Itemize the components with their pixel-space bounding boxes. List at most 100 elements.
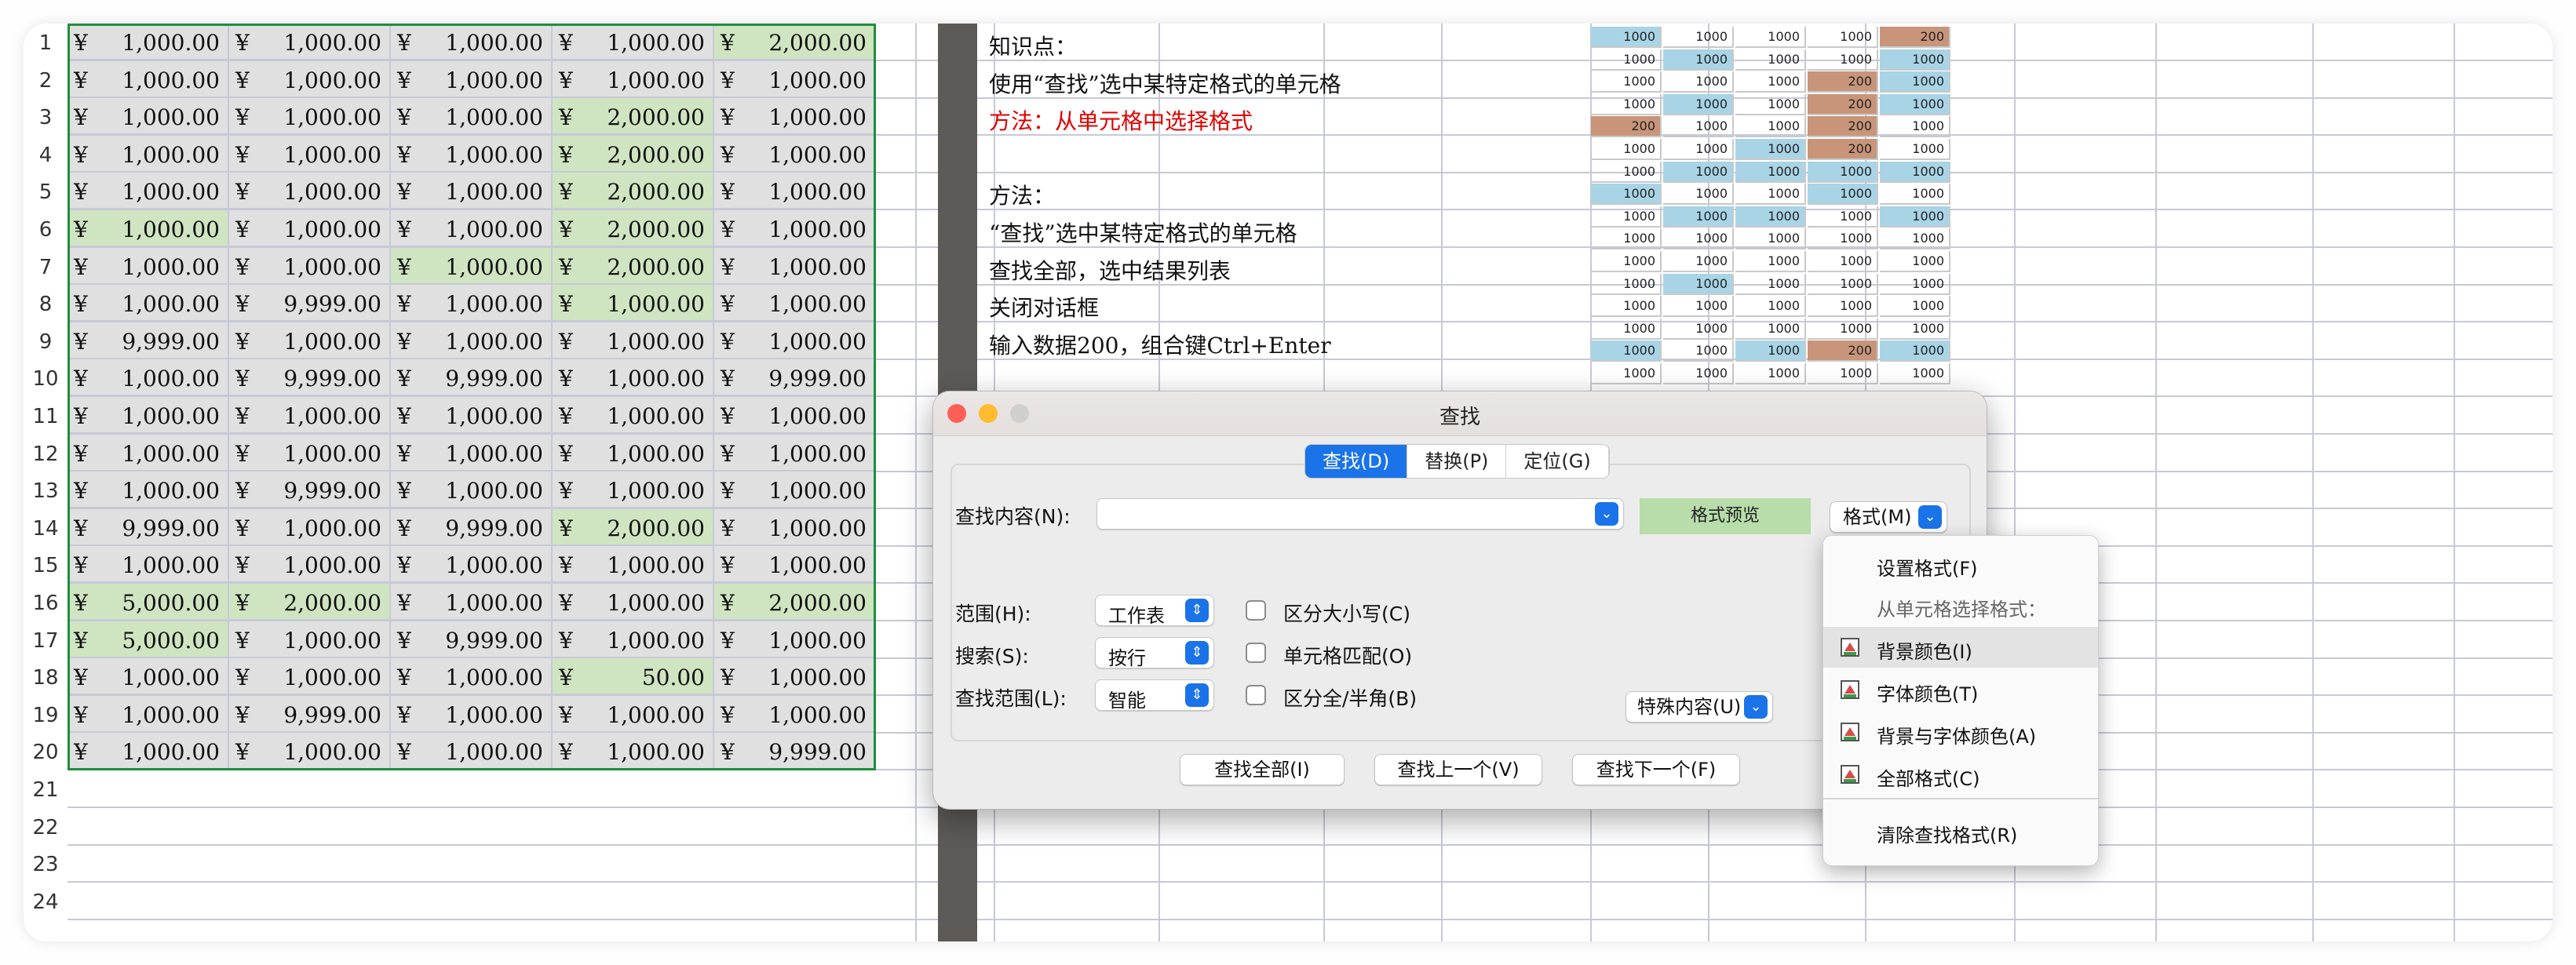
- currency-cell[interactable]: ¥1,000.00: [391, 210, 553, 247]
- currency-cell[interactable]: ¥1,000.00: [68, 135, 229, 173]
- mini-cell[interactable]: 1000: [1735, 161, 1806, 183]
- mini-cell[interactable]: 1000: [1880, 161, 1950, 183]
- mini-cell[interactable]: 1000: [1663, 251, 1734, 272]
- mini-cell[interactable]: 1000: [1880, 184, 1950, 206]
- row-number[interactable]: 10: [24, 360, 68, 398]
- currency-cell[interactable]: ¥1,000.00: [229, 98, 391, 136]
- mini-cell[interactable]: 1000: [1880, 273, 1950, 295]
- row-number[interactable]: 7: [24, 249, 68, 286]
- mini-cell[interactable]: 1000: [1735, 251, 1806, 272]
- currency-cell[interactable]: ¥1,000.00: [229, 434, 391, 472]
- mini-cell[interactable]: 1000: [1591, 228, 1662, 250]
- currency-cell[interactable]: ¥1,000.00: [391, 98, 553, 136]
- mini-cell[interactable]: 1000: [1663, 296, 1734, 318]
- mini-cell[interactable]: 1000: [1591, 27, 1662, 48]
- mini-cell[interactable]: 1000: [1663, 139, 1734, 160]
- mini-cell[interactable]: 1000: [1735, 71, 1806, 93]
- mini-cell[interactable]: 200: [1808, 71, 1878, 93]
- mini-cell[interactable]: 1000: [1663, 93, 1734, 115]
- currency-cell[interactable]: ¥1,000.00: [391, 546, 553, 584]
- chevron-down-icon[interactable]: ⌄: [1744, 695, 1768, 719]
- currency-cell[interactable]: ¥2,000.00: [553, 98, 714, 136]
- currency-cell[interactable]: ¥9,999.00: [229, 285, 391, 322]
- mini-cell[interactable]: 1000: [1663, 71, 1734, 93]
- mini-cell[interactable]: 1000: [1591, 206, 1662, 228]
- mini-cell[interactable]: 1000: [1808, 161, 1878, 183]
- currency-cell[interactable]: ¥1,000.00: [68, 173, 229, 210]
- currency-cell[interactable]: ¥50.00: [553, 658, 714, 696]
- currency-cell[interactable]: ¥1,000.00: [714, 695, 876, 733]
- mini-cell[interactable]: 1000: [1880, 340, 1950, 362]
- currency-cell[interactable]: ¥9,999.00: [229, 359, 391, 397]
- mini-cell[interactable]: 1000: [1663, 184, 1734, 206]
- mini-cell[interactable]: 1000: [1663, 228, 1734, 250]
- currency-cell[interactable]: ¥1,000.00: [391, 397, 553, 434]
- mini-cell[interactable]: 1000: [1880, 116, 1950, 138]
- currency-cell[interactable]: ¥5,000.00: [68, 621, 229, 658]
- tab-1[interactable]: 替换(P): [1407, 445, 1507, 478]
- currency-cell[interactable]: ¥1,000.00: [68, 60, 229, 98]
- currency-cell[interactable]: ¥1,000.00: [553, 546, 714, 584]
- find-previous-button[interactable]: 查找上一个(V): [1374, 754, 1542, 785]
- row-number[interactable]: 18: [24, 659, 68, 697]
- mini-cell[interactable]: 1000: [1808, 184, 1878, 206]
- currency-cell[interactable]: ¥2,000.00: [553, 508, 714, 546]
- currency-cell[interactable]: ¥1,000.00: [229, 24, 391, 60]
- currency-cell[interactable]: ¥1,000.00: [553, 434, 714, 472]
- currency-cell[interactable]: ¥9,999.00: [391, 508, 553, 546]
- mini-cell[interactable]: 1000: [1663, 49, 1734, 71]
- mini-cell[interactable]: 1000: [1591, 71, 1662, 93]
- menu-item[interactable]: 背景与字体颜色(A): [1823, 712, 2098, 752]
- mini-cell[interactable]: 1000: [1735, 296, 1806, 318]
- scope-select[interactable]: 工作表 ⇕: [1095, 595, 1214, 627]
- mini-cell[interactable]: 1000: [1735, 340, 1806, 362]
- mini-cell[interactable]: 1000: [1808, 273, 1878, 295]
- row-number[interactable]: 2: [24, 62, 68, 100]
- menu-item[interactable]: 清除查找格式(R): [1823, 810, 2098, 851]
- currency-cell[interactable]: ¥1,000.00: [553, 584, 714, 621]
- chevron-down-icon[interactable]: ⌄: [1918, 505, 1942, 529]
- currency-cell[interactable]: ¥1,000.00: [229, 546, 391, 584]
- menu-item[interactable]: 全部格式(C): [1823, 754, 2098, 795]
- currency-cell[interactable]: ¥1,000.00: [553, 322, 714, 359]
- row-number[interactable]: 15: [24, 547, 68, 584]
- currency-cell[interactable]: ¥1,000.00: [229, 733, 391, 770]
- tab-0[interactable]: 查找(D): [1305, 445, 1408, 478]
- menu-item[interactable]: 字体颜色(T): [1823, 669, 2098, 710]
- mini-cell[interactable]: 1000: [1880, 251, 1950, 272]
- currency-cell[interactable]: ¥1,000.00: [391, 60, 553, 98]
- currency-cell[interactable]: ¥1,000.00: [229, 621, 391, 658]
- find-content-input[interactable]: ⌄: [1096, 498, 1624, 530]
- currency-cell[interactable]: ¥1,000.00: [229, 658, 391, 696]
- currency-cell[interactable]: ¥1,000.00: [553, 472, 714, 509]
- currency-cell[interactable]: ¥1,000.00: [553, 695, 714, 733]
- currency-cell[interactable]: ¥1,000.00: [229, 397, 391, 434]
- currency-cell[interactable]: ¥1,000.00: [68, 247, 229, 285]
- currency-cell[interactable]: ¥1,000.00: [68, 210, 229, 247]
- currency-cell[interactable]: ¥1,000.00: [391, 285, 553, 322]
- row-number[interactable]: 13: [24, 472, 68, 510]
- mini-cell[interactable]: 1000: [1880, 71, 1950, 93]
- currency-cell[interactable]: ¥1,000.00: [553, 285, 714, 322]
- currency-cell[interactable]: ¥1,000.00: [391, 322, 553, 359]
- row-number[interactable]: 1: [24, 24, 68, 62]
- updown-icon[interactable]: ⇕: [1185, 599, 1209, 622]
- mini-cell[interactable]: 200: [1808, 340, 1878, 362]
- mini-cell[interactable]: 1000: [1880, 296, 1950, 318]
- mini-cell[interactable]: 1000: [1735, 318, 1806, 340]
- currency-cell[interactable]: ¥1,000.00: [553, 397, 714, 434]
- currency-cell[interactable]: ¥1,000.00: [391, 24, 553, 60]
- mini-cell[interactable]: 1000: [1663, 273, 1734, 295]
- currency-cell[interactable]: ¥1,000.00: [229, 173, 391, 210]
- mini-cell[interactable]: 1000: [1663, 318, 1734, 340]
- mini-cell[interactable]: 1000: [1880, 318, 1950, 340]
- currency-cell[interactable]: ¥1,000.00: [553, 733, 714, 770]
- currency-cell[interactable]: ¥1,000.00: [714, 60, 876, 98]
- currency-cell[interactable]: ¥1,000.00: [553, 359, 714, 397]
- search-select[interactable]: 按行 ⇕: [1095, 637, 1214, 669]
- currency-cell[interactable]: ¥1,000.00: [391, 584, 553, 621]
- row-number[interactable]: 9: [24, 323, 68, 361]
- mini-cell[interactable]: 1000: [1808, 49, 1878, 71]
- currency-cell[interactable]: ¥1,000.00: [229, 247, 391, 285]
- mini-cell[interactable]: 200: [1808, 139, 1878, 160]
